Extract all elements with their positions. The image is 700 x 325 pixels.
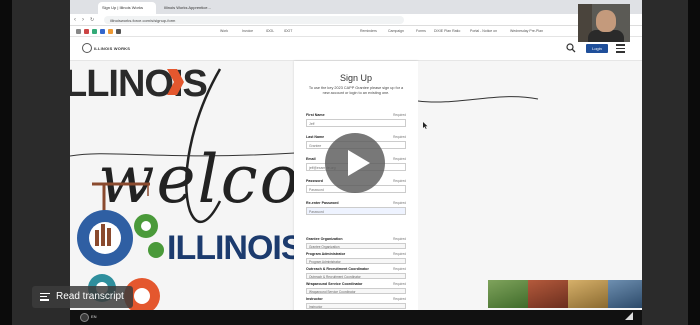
logo-icon <box>82 43 92 53</box>
required-label: Required <box>393 201 406 205</box>
field-label: Instructor <box>306 297 323 301</box>
video-player[interactable]: Sign Up | Illinois Works Illinois Works … <box>0 0 700 325</box>
wraparound-coordinator-select[interactable]: Wraparound Service Coordinator <box>306 288 406 294</box>
field-photo <box>528 280 568 308</box>
required-label: Required <box>393 157 406 161</box>
reenter-password-field: Re-enter Password Required Password <box>306 201 406 215</box>
field-label: Re-enter Password <box>306 201 339 205</box>
read-transcript-button[interactable]: Read transcript <box>32 286 133 308</box>
forward-icon[interactable]: › <box>82 17 88 23</box>
transcript-icon <box>40 293 50 301</box>
field-label: Outreach & Recruitment Coordinator <box>306 267 369 271</box>
field-label: Program Administrator <box>306 252 346 256</box>
bookmark-item[interactable]: Wednesday Pre-Plan <box>510 29 543 33</box>
grantee-organization-field: Grantee Organization Required Grantee Or… <box>306 237 406 249</box>
signup-description: To use the key 2023 CAPP Grantee please … <box>308 86 404 95</box>
mouse-cursor-icon <box>423 122 428 129</box>
fullscreen-icon[interactable] <box>625 312 633 320</box>
illinois-wordmark-bottom: ILLINOIS <box>167 229 295 267</box>
field-photo <box>568 280 608 308</box>
bookmark-icon[interactable] <box>116 29 121 34</box>
required-label: Required <box>393 135 406 139</box>
bookmark-item[interactable]: Reminders <box>360 29 377 33</box>
reenter-password-input[interactable]: Password <box>306 207 406 215</box>
outreach-coordinator-field: Outreach & Recruitment Coordinator Requi… <box>306 267 406 279</box>
bookmark-item[interactable]: IDOL <box>266 29 274 33</box>
field-photo <box>608 280 642 308</box>
program-administrator-field: Program Administrator Required Program A… <box>306 252 406 264</box>
bookmark-item[interactable]: Portal - Notice on <box>470 29 497 33</box>
play-button[interactable] <box>325 133 385 193</box>
required-label: Required <box>393 237 406 241</box>
bookmark-icon[interactable] <box>92 29 97 34</box>
required-label: Required <box>393 179 406 183</box>
required-label: Required <box>393 282 406 286</box>
language-label[interactable]: EN <box>91 314 97 319</box>
back-icon[interactable]: ‹ <box>74 17 80 23</box>
required-label: Required <box>393 267 406 271</box>
bookmark-icon[interactable] <box>100 29 105 34</box>
browser-tab-apprentice[interactable]: Illinois Works Apprentice... <box>160 2 232 14</box>
grantee-organization-select[interactable]: Grantee Organization <box>306 243 406 249</box>
signup-form: Sign Up To use the key 2023 CAPP Grantee… <box>294 61 418 325</box>
wraparound-coordinator-field: Wraparound Service Coordinator Required … <box>306 282 406 294</box>
read-transcript-label: Read transcript <box>56 291 124 302</box>
required-label: Required <box>393 113 406 117</box>
instructor-select[interactable]: Instructor <box>306 303 406 309</box>
bookmark-item[interactable]: Campaign <box>388 29 404 33</box>
bookmark-icon[interactable] <box>108 29 113 34</box>
browser-tab-bar: Sign Up | Illinois Works Illinois Works … <box>70 0 642 14</box>
bookmarks-bar: Work Invoice IDOL IDOT Reminders Campaig… <box>70 26 642 37</box>
required-label: Required <box>393 297 406 301</box>
field-photo <box>488 280 528 308</box>
globe-icon[interactable] <box>80 313 89 322</box>
hamburger-menu-icon[interactable] <box>616 44 625 53</box>
bookmark-item[interactable]: Forms <box>416 29 426 33</box>
presenter-face <box>596 10 616 32</box>
bookmark-icon[interactable] <box>76 29 81 34</box>
site-logo-text[interactable]: ILLINOIS WORKS <box>94 46 130 51</box>
video-control-bar <box>70 310 642 325</box>
photo-strip <box>418 280 642 308</box>
play-icon <box>348 150 370 176</box>
bookmark-icon[interactable] <box>84 29 89 34</box>
presenter-webcam <box>578 4 630 42</box>
bookmark-item[interactable]: Invoice <box>242 29 253 33</box>
field-label: Wraparound Service Coordinator <box>306 282 363 286</box>
field-label: First Name <box>306 113 325 117</box>
first-name-field: First Name Required Jeff <box>306 113 406 127</box>
signup-title: Sign Up <box>339 73 373 83</box>
browser-address-bar: ‹ › ↻ illinoisworks.force.com/s/signup-f… <box>70 14 642 26</box>
first-name-input[interactable]: Jeff <box>306 119 406 127</box>
field-label: Grantee Organization <box>306 237 343 241</box>
site-header: ILLINOIS WORKS Login <box>70 37 642 61</box>
browser-tab-signup[interactable]: Sign Up | Illinois Works <box>98 2 156 14</box>
login-button[interactable]: Login <box>586 44 608 53</box>
outreach-coordinator-select[interactable]: Outreach & Recruitment Coordinator <box>306 273 406 279</box>
instructor-field: Instructor Required Instructor <box>306 297 406 309</box>
bookmark-item[interactable]: IDOT <box>284 29 292 33</box>
required-label: Required <box>393 252 406 256</box>
bookmark-item[interactable]: DIXIE Plan Ratio <box>434 29 460 33</box>
program-administrator-select[interactable]: Program Administrator <box>306 258 406 264</box>
bookmark-item[interactable]: Work <box>220 29 228 33</box>
url-field[interactable]: illinoisworks.force.com/s/signup-form <box>104 16 404 24</box>
reload-icon[interactable]: ↻ <box>90 17 96 23</box>
search-icon[interactable] <box>566 43 576 53</box>
